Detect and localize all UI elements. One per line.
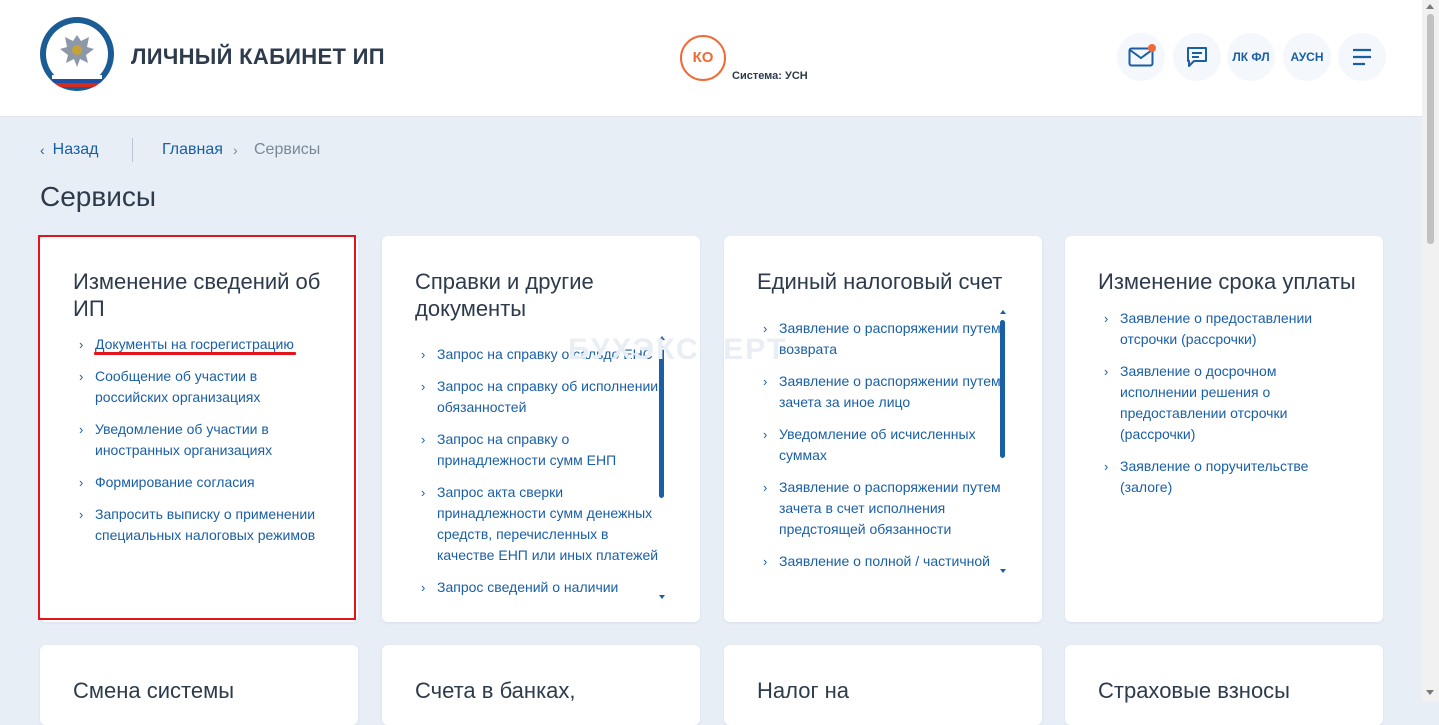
red-underline: [94, 352, 296, 355]
back-label: Назад: [52, 141, 99, 158]
eagle-emblem-icon: [60, 35, 94, 67]
cabinet-title: ЛИЧНЫЙ КАБИНЕТ ИП: [131, 44, 385, 69]
breadcrumb-current: Сервисы: [254, 141, 321, 158]
inner-scroll-thumb[interactable]: [659, 346, 664, 498]
scroll-down-arrow[interactable]: [1426, 690, 1434, 695]
lk-fl-button[interactable]: ЛК ФЛ: [1227, 33, 1275, 81]
card-title[interactable]: Изменение сведений об ИП: [73, 268, 353, 322]
inner-scroll-thumb[interactable]: [1000, 320, 1005, 458]
page-title: Сервисы: [40, 181, 157, 212]
link-obligations[interactable]: › Запрос на справку об исполнении обязанн…: [415, 376, 667, 418]
page-scrollbar[interactable]: [1422, 0, 1439, 702]
card-title[interactable]: Справки и другие документы: [415, 268, 695, 322]
breadcrumb-home[interactable]: Главная: [162, 141, 223, 159]
link-return[interactable]: › Заявление о распоряжении путем возврата: [757, 318, 1013, 360]
card-title[interactable]: Изменение срока уплаты: [1098, 268, 1368, 295]
chevron-right-icon: ›: [763, 480, 768, 495]
scroll-up-arrow[interactable]: [1000, 310, 1006, 314]
card-link-list: › Запрос на справку о сальдо ЕНС › Запрос …: [415, 344, 667, 609]
breadcrumb-divider: [132, 138, 133, 162]
chevron-right-icon: ›: [1104, 364, 1109, 379]
notification-dot: [1148, 44, 1156, 52]
link-enp-ownership[interactable]: › Запрос на справку о принадлежности сумм…: [415, 429, 667, 471]
flag-ribbon-icon: [52, 75, 102, 87]
menu-button[interactable]: [1338, 33, 1386, 81]
chat-button[interactable]: [1173, 33, 1221, 81]
link-consent[interactable]: › Формирование согласия: [73, 472, 333, 493]
scroll-thumb[interactable]: [1427, 14, 1434, 244]
chat-icon: [1187, 47, 1207, 67]
link-foreign-orgs[interactable]: › Уведомление об участии в иностранных ор…: [73, 419, 333, 461]
card-certificates: Справки и другие документы › Запрос на сп…: [382, 236, 700, 622]
link-special-regimes[interactable]: › Запросить выписку о применении специаль…: [73, 504, 333, 546]
card-system-change: Смена системы: [40, 645, 358, 725]
watermark: БУХЭКСПЕРТ: [568, 333, 788, 366]
chevron-right-icon: ›: [763, 374, 768, 389]
card-title[interactable]: Смена системы: [73, 677, 353, 704]
link-calculated-sums[interactable]: › Уведомление об исчисленных суммах: [757, 424, 1013, 466]
card-title[interactable]: Счета в банках,: [415, 677, 695, 704]
card-title[interactable]: Единый налоговый счет: [757, 268, 1037, 295]
card-ip-changes: Изменение сведений об ИП › Документы на г…: [40, 236, 358, 622]
link-early-execution[interactable]: › Заявление о досрочном исполнении решени…: [1098, 361, 1318, 445]
back-link[interactable]: ‹ Назад: [40, 141, 99, 159]
chevron-left-icon: ‹: [40, 142, 45, 158]
chevron-right-icon: ›: [763, 554, 768, 569]
chevron-right-icon: ›: [79, 507, 84, 522]
chevron-right-icon: ›: [1104, 311, 1109, 326]
card-payment-deadline: Изменение срока уплаты › Заявление о пред…: [1065, 236, 1383, 622]
link-reconciliation-act[interactable]: › Запрос акта сверки принадлежности сумм …: [415, 482, 667, 566]
card-ens: Единый налоговый счет › Заявление о распо…: [724, 236, 1042, 622]
tax-system-label: Система: УСН: [732, 70, 808, 82]
card-link-list: › Документы на госрегистрацию › Сообщение …: [73, 334, 333, 557]
chevron-right-icon: ›: [421, 432, 426, 447]
chevron-right-icon: ›: [79, 369, 84, 384]
link-guarantee[interactable]: › Заявление о поручительстве (залоге): [1098, 456, 1318, 498]
scroll-down-arrow[interactable]: [659, 595, 665, 599]
scroll-up-arrow[interactable]: [1426, 4, 1434, 9]
chevron-right-icon: ›: [421, 347, 426, 362]
card-link-list: › Заявление о распоряжении путем возврата…: [757, 318, 1013, 583]
card-insurance: Страховые взносы: [1065, 645, 1383, 725]
ausn-button[interactable]: АУСН: [1283, 33, 1331, 81]
card-title[interactable]: Налог на: [757, 677, 1037, 704]
chevron-right-icon: ›: [79, 422, 84, 437]
link-russian-orgs[interactable]: › Сообщение об участии в российских орган…: [73, 366, 333, 408]
user-avatar[interactable]: КО: [680, 35, 726, 81]
breadcrumb-separator: ›: [233, 142, 238, 158]
link-offset-future[interactable]: › Заявление о распоряжении путем зачета в…: [757, 477, 1013, 540]
card-title[interactable]: Страховые взносы: [1098, 677, 1378, 704]
card-bank-accounts: Счета в банках,: [382, 645, 700, 725]
chevron-right-icon: ›: [79, 337, 84, 352]
link-deferral[interactable]: › Заявление о предоставлении отсрочки (ра…: [1098, 308, 1318, 350]
link-offset-other[interactable]: › Заявление о распоряжении путем зачета з…: [757, 371, 1013, 413]
hamburger-menu-icon: [1353, 48, 1371, 66]
fns-logo[interactable]: [40, 17, 114, 91]
top-header: ЛИЧНЫЙ КАБИНЕТ ИП КО Система: УСН ЛК ФЛ …: [0, 0, 1422, 117]
card-tax: Налог на: [724, 645, 1042, 725]
chevron-right-icon: ›: [421, 580, 426, 595]
link-full-partial[interactable]: › Заявление о полной / частичной: [757, 551, 1013, 572]
chevron-right-icon: ›: [1104, 459, 1109, 474]
messages-button[interactable]: [1117, 33, 1165, 81]
chevron-right-icon: ›: [421, 379, 426, 394]
card-link-list: › Заявление о предоставлении отсрочки (ра…: [1098, 308, 1318, 509]
scroll-down-arrow[interactable]: [1000, 569, 1006, 573]
chevron-right-icon: ›: [421, 485, 426, 500]
chevron-right-icon: ›: [79, 475, 84, 490]
chevron-right-icon: ›: [763, 427, 768, 442]
link-availability[interactable]: › Запрос сведений о наличии: [415, 577, 667, 598]
